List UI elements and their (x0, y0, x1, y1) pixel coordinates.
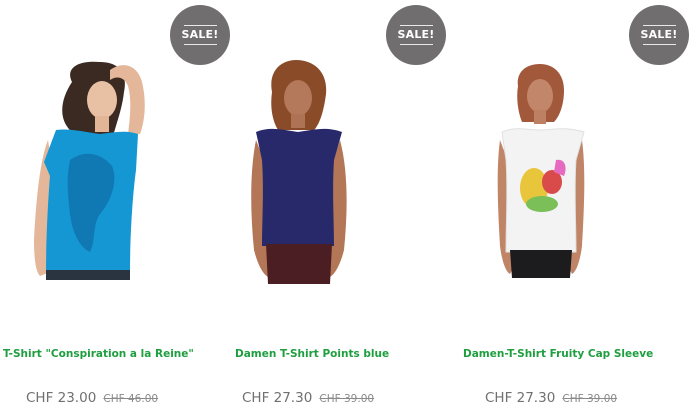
product-card[interactable]: SALE! Damen-T-Shirt Fruity Cap Sleeve CH… (460, 0, 691, 407)
sale-badge: SALE! (170, 5, 230, 65)
product-price: CHF 27.30 CHF 39.00 (485, 387, 617, 406)
current-price: CHF 27.30 (242, 390, 313, 406)
sale-badge: SALE! (386, 5, 446, 65)
original-price: CHF 46.00 (103, 393, 159, 405)
badge-rule-bottom (399, 44, 433, 45)
product-grid: SALE! T-Shirt "Conspiration a la Reine" … (0, 0, 691, 407)
sale-badge-label: SALE! (397, 28, 435, 41)
product-card[interactable]: SALE! T-Shirt "Conspiration a la Reine" … (0, 0, 230, 407)
product-price: CHF 23.00 CHF 46.00 (26, 387, 158, 406)
sale-badge-label: SALE! (640, 28, 678, 41)
original-price: CHF 39.00 (319, 393, 375, 405)
badge-rule-bottom (642, 44, 676, 45)
sale-badge-label: SALE! (181, 28, 219, 41)
product-price: CHF 27.30 CHF 39.00 (242, 387, 374, 406)
product-title-link[interactable]: T-Shirt "Conspiration a la Reine" (3, 348, 194, 360)
product-title-link[interactable]: Damen T-Shirt Points blue (235, 348, 389, 360)
original-price: CHF 39.00 (562, 393, 618, 405)
current-price: CHF 23.00 (26, 390, 97, 406)
current-price: CHF 27.30 (485, 390, 556, 406)
product-image-link[interactable]: SALE! (230, 0, 460, 300)
sale-badge: SALE! (629, 5, 689, 65)
product-image-link[interactable]: SALE! (0, 0, 230, 300)
product-image-link[interactable]: SALE! (460, 0, 691, 300)
badge-rule-bottom (183, 44, 217, 45)
product-card[interactable]: SALE! Damen T-Shirt Points blue CHF 27.3… (230, 0, 460, 407)
product-title-link[interactable]: Damen-T-Shirt Fruity Cap Sleeve (463, 348, 653, 360)
